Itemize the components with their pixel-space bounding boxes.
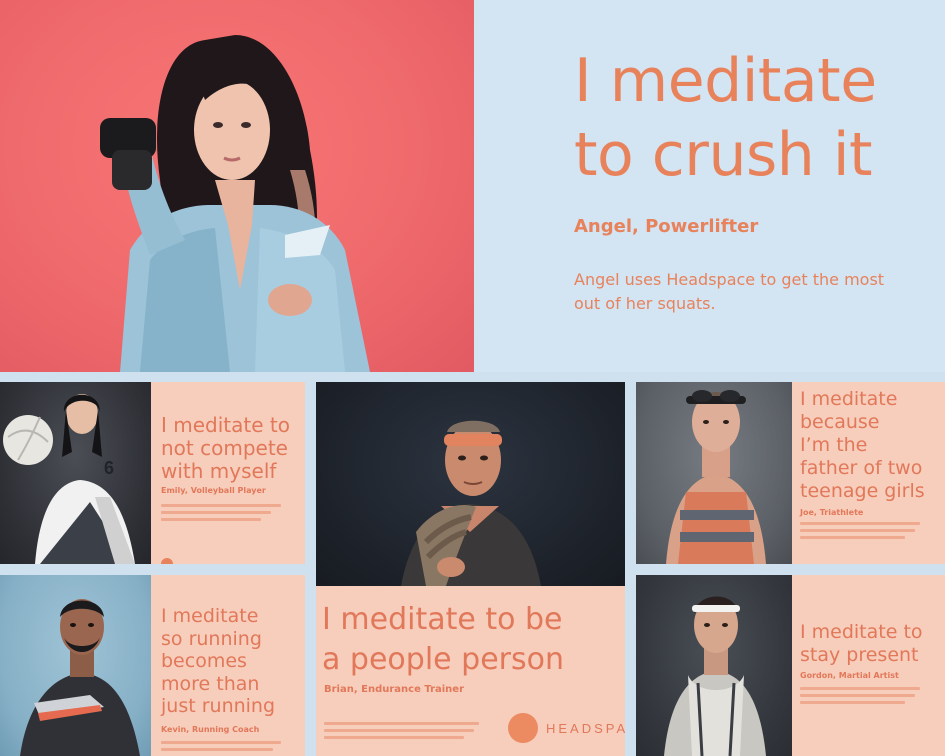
fine-print-line [324,729,474,732]
fine-print-line [800,522,920,525]
card-brian-title-line1: I meditate to be [322,602,563,637]
card-joe: I meditate because I’m the father of two… [636,382,945,564]
card-martial: I meditate to stay present Gordon, Marti… [636,575,945,756]
card-runner-title-line2: so running [161,627,262,650]
hero-text-panel: I meditate to crush it Angel, Powerlifte… [474,0,945,372]
card-brian: I meditate to be a people person Brian, … [316,382,625,756]
card-joe-title-line4: father of two [800,457,923,479]
card-emily-photo: 6 [0,382,151,564]
card-martial-name: Gordon, Martial Artist [800,671,899,680]
headspace-logo: HEADSPACE [508,713,625,743]
hero-subtitle: Angel, Powerlifter [574,216,759,237]
fine-print-line [161,504,281,507]
hero-title-line1: I meditate [574,46,877,116]
headspace-dot-icon [161,558,173,564]
card-brian-name: Brian, Endurance Trainer [324,684,465,695]
card-joe-name: Joe, Triathlete [800,508,864,517]
headspace-wordmark: HEADSPACE [546,720,625,736]
fine-print-line [800,536,905,539]
fine-print-line [324,722,479,725]
card-runner-photo [0,575,151,756]
headspace-dot-icon [508,713,538,743]
card-martial-title: I meditate to stay present [800,621,923,667]
card-brian-title: I meditate to be a people person [322,600,564,680]
card-emily-title-line2: not compete [161,436,288,460]
card-runner-title-line3: becomes [161,650,247,672]
card-runner: I meditate so running becomes more than … [0,575,305,756]
card-brian-text: I meditate to be a people person Brian, … [316,586,625,756]
card-runner-title-line1: I meditate [161,605,259,627]
card-runner-title-line5: just running [161,695,276,717]
card-emily-title-line3: with myself [161,459,277,483]
card-martial-title-line1: I meditate to [800,621,923,643]
jersey-number: 6 [104,458,114,478]
card-emily-title-line1: I meditate to [161,413,290,437]
card-brian-title-line2: a people person [322,642,564,677]
card-joe-title-line1: I meditate [800,388,898,410]
card-joe-title-line2: because [800,411,880,433]
card-joe-title: I meditate because I’m the father of two… [800,388,925,503]
card-martial-photo [636,575,792,756]
fine-print-line [800,687,920,690]
card-runner-title: I meditate so running becomes more than … [161,605,275,718]
powerlifter-illustration [100,35,370,372]
card-brian-photo [316,382,625,586]
fine-print-line [161,748,273,751]
hero-title-line2: to crush it [574,120,873,190]
card-emily-title: I meditate to not compete with myself [161,414,290,483]
fine-print-line [161,518,261,521]
hero-description: Angel uses Headspace to get the most out… [574,270,885,313]
card-runner-name: Kevin, Running Coach [161,725,260,734]
endurance-trainer-illustration [401,420,541,586]
running-coach-illustration [20,599,140,756]
card-martial-title-line2: stay present [800,644,919,666]
hero-title: I meditate to crush it [574,44,877,192]
fine-print-line [800,529,915,532]
fine-print-line [161,511,271,514]
fine-print-line [324,736,464,739]
card-joe-title-line5: teenage girls [800,480,925,502]
card-joe-title-line3: I’m the [800,434,868,456]
martial-artist-illustration [664,596,766,756]
card-runner-text: I meditate so running becomes more than … [151,575,305,756]
triathlete-illustration [666,390,766,564]
fine-print-line [800,701,905,704]
fine-print-line [800,694,915,697]
card-emily-text: I meditate to not compete with myself Em… [151,382,305,564]
card-joe-text: I meditate because I’m the father of two… [792,382,945,564]
card-joe-photo [636,382,792,564]
card-emily-name: Emily, Volleyball Player [161,486,266,495]
volleyball-player-illustration: 6 [3,394,135,564]
card-runner-title-line4: more than [161,672,260,695]
fine-print-line [161,741,281,744]
card-emily: 6 I meditate to not compete with myself … [0,382,305,564]
hero-photo-angel [0,0,474,372]
card-martial-text: I meditate to stay present Gordon, Marti… [792,575,945,756]
